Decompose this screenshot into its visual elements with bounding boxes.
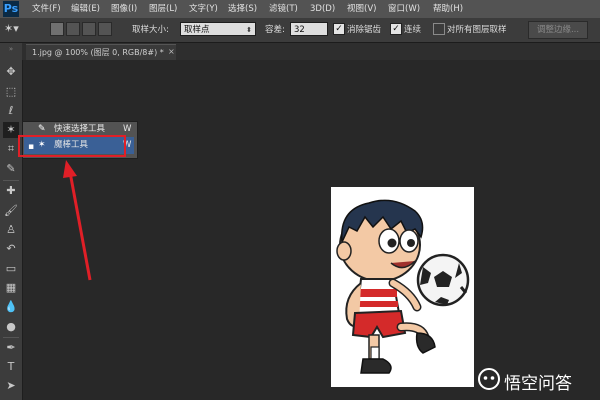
refine-edge-button[interactable]: 调整边缘... bbox=[528, 21, 588, 39]
tool-preset-magic-wand-icon[interactable]: ✶▾ bbox=[4, 21, 34, 37]
document-canvas[interactable] bbox=[331, 187, 474, 387]
contiguous-checkbox[interactable]: ✓ bbox=[390, 23, 402, 35]
type-tool-icon[interactable]: T bbox=[3, 359, 19, 375]
eraser-tool-icon[interactable]: ▭ bbox=[3, 261, 19, 277]
tolerance-label: 容差: bbox=[265, 25, 285, 35]
crop-tool-icon[interactable]: ⌗ bbox=[3, 141, 19, 157]
wukong-logo-icon bbox=[478, 368, 500, 390]
dodge-tool-icon[interactable]: ● bbox=[3, 319, 19, 335]
new-selection-icon[interactable] bbox=[50, 22, 64, 36]
eyedropper-tool-icon[interactable]: ✎ bbox=[3, 161, 19, 177]
menu-help[interactable]: 帮助(H) bbox=[433, 0, 463, 18]
pen-tool-icon[interactable]: ✒ bbox=[3, 340, 19, 356]
sample-size-select[interactable]: 取样点 ⬍ bbox=[180, 22, 256, 36]
annotation-highlight-box bbox=[18, 135, 126, 157]
menu-layer[interactable]: 图层(L) bbox=[149, 0, 177, 18]
menu-type[interactable]: 文字(Y) bbox=[189, 0, 218, 18]
healing-brush-tool-icon[interactable]: ✚ bbox=[3, 183, 19, 199]
move-tool-icon[interactable]: ✥ bbox=[3, 64, 19, 80]
add-to-selection-icon[interactable] bbox=[66, 22, 80, 36]
clone-stamp-tool-icon[interactable]: ♙ bbox=[3, 222, 19, 238]
path-selection-tool-icon[interactable]: ➤ bbox=[3, 378, 19, 394]
magic-wand-tool-icon[interactable]: ✶ bbox=[3, 122, 19, 138]
toolbar-divider bbox=[3, 337, 19, 338]
menu-select[interactable]: 选择(S) bbox=[228, 0, 257, 18]
history-brush-tool-icon[interactable]: ↶ bbox=[3, 241, 19, 257]
contiguous-label: 连续 bbox=[404, 25, 422, 35]
gradient-tool-icon[interactable]: ▦ bbox=[3, 280, 19, 296]
antialias-checkbox[interactable]: ✓ bbox=[333, 23, 345, 35]
soccer-boy-illustration bbox=[336, 199, 470, 374]
panel-collapse-icon[interactable]: » bbox=[2, 45, 20, 53]
marquee-tool-icon[interactable]: ⬚ bbox=[3, 84, 19, 100]
all-layers-checkbox[interactable] bbox=[433, 23, 445, 35]
menu-3d[interactable]: 3D(D) bbox=[310, 0, 335, 18]
blur-tool-icon[interactable]: 💧 bbox=[3, 299, 19, 315]
menu-filter[interactable]: 滤镜(T) bbox=[269, 0, 298, 18]
menu-edit[interactable]: 编辑(E) bbox=[71, 0, 100, 18]
photoshop-logo: Ps bbox=[3, 1, 19, 17]
document-tab[interactable]: 1.jpg @ 100% (图层 0, RGB/8#) * bbox=[26, 44, 176, 60]
menu-view[interactable]: 视图(V) bbox=[347, 0, 376, 18]
sample-size-label: 取样大小: bbox=[132, 25, 169, 35]
close-tab-icon[interactable]: × bbox=[168, 44, 178, 60]
tolerance-input[interactable]: 32 bbox=[290, 22, 328, 36]
sample-size-value: 取样点 bbox=[184, 25, 210, 35]
menu-image[interactable]: 图像(I) bbox=[111, 0, 137, 18]
toolbar-divider bbox=[3, 180, 19, 181]
dropdown-arrows-icon: ⬍ bbox=[246, 26, 252, 34]
menu-file[interactable]: 文件(F) bbox=[32, 0, 61, 18]
menu-window[interactable]: 窗口(W) bbox=[388, 0, 420, 18]
brush-tool-icon[interactable]: 🖌 bbox=[3, 203, 19, 219]
intersect-selection-icon[interactable] bbox=[98, 22, 112, 36]
annotation-arrow bbox=[63, 160, 92, 281]
all-layers-label: 对所有图层取样 bbox=[447, 25, 507, 35]
subtract-from-selection-icon[interactable] bbox=[82, 22, 96, 36]
watermark-text: 悟空问答 bbox=[504, 374, 572, 394]
lasso-tool-icon[interactable]: ℓ bbox=[3, 103, 19, 119]
antialias-label: 消除锯齿 bbox=[347, 25, 382, 35]
